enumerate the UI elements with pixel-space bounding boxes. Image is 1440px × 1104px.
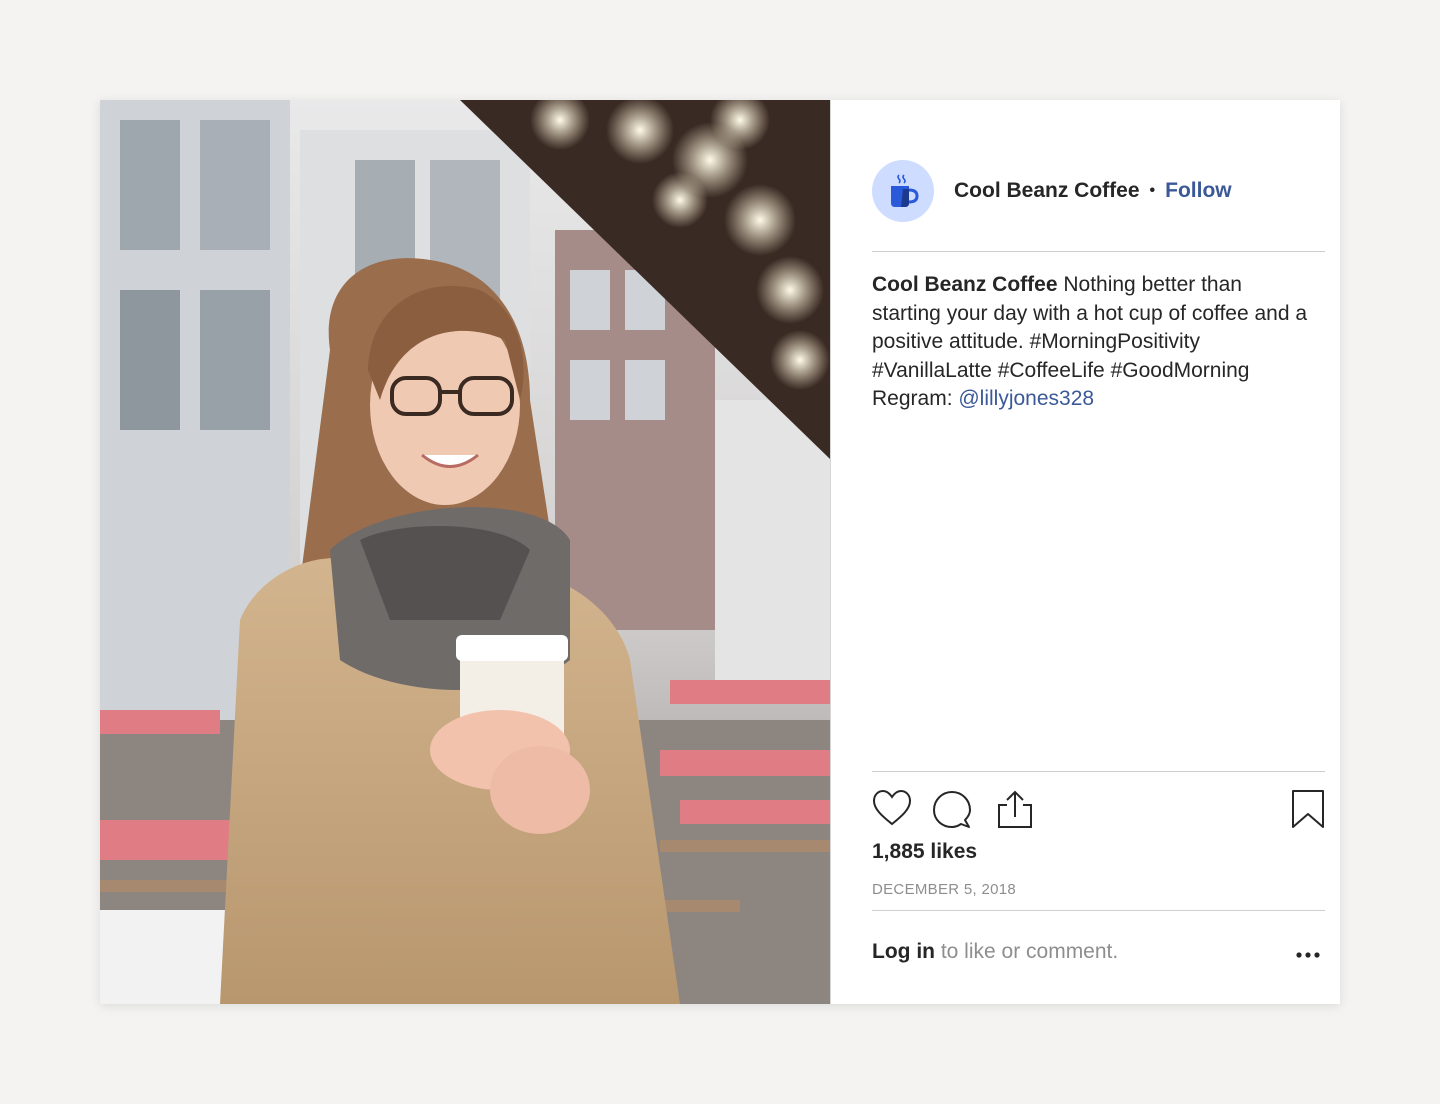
regram-mention-link[interactable]: @lillyjones328 [958,387,1094,410]
bookmark-icon [1291,789,1325,829]
post-caption: Cool Beanz Coffee Nothing better than st… [872,271,1312,414]
header-text: Cool Beanz Coffee • Follow [954,179,1232,203]
login-prompt: Log in to like or comment. [872,940,1325,964]
instagram-post: Cool Beanz Coffee • Follow Cool Beanz Co… [100,100,1340,1004]
login-divider [872,910,1325,911]
header-divider [872,251,1325,252]
comment-button[interactable] [932,789,972,834]
login-prompt-text: to like or comment. [935,940,1118,963]
like-button[interactable] [872,789,912,834]
share-button[interactable] [995,789,1035,834]
regram-label: Regram: [872,387,958,410]
actions-divider [872,771,1325,772]
photo-woman-with-coffee [100,100,831,1004]
heart-icon [872,789,912,829]
header-separator: • [1150,182,1156,200]
more-options-button[interactable] [1295,942,1321,974]
action-bar [872,789,1325,833]
account-name[interactable]: Cool Beanz Coffee [954,179,1140,203]
follow-button[interactable]: Follow [1165,179,1232,203]
more-options-icon [1295,942,1321,968]
post-side-panel: Cool Beanz Coffee • Follow Cool Beanz Co… [831,100,1340,1004]
account-avatar[interactable] [872,160,934,222]
post-header: Cool Beanz Coffee • Follow [872,160,1325,252]
post-photo[interactable] [100,100,831,1004]
like-count: 1,885 likes [872,840,977,864]
save-button[interactable] [1291,789,1325,834]
login-link[interactable]: Log in [872,940,935,963]
comment-icon [932,789,972,829]
caption-author[interactable]: Cool Beanz Coffee [872,273,1058,296]
share-icon [995,789,1035,829]
post-date: DECEMBER 5, 2018 [872,881,1016,898]
coffee-mug-icon [883,171,923,211]
